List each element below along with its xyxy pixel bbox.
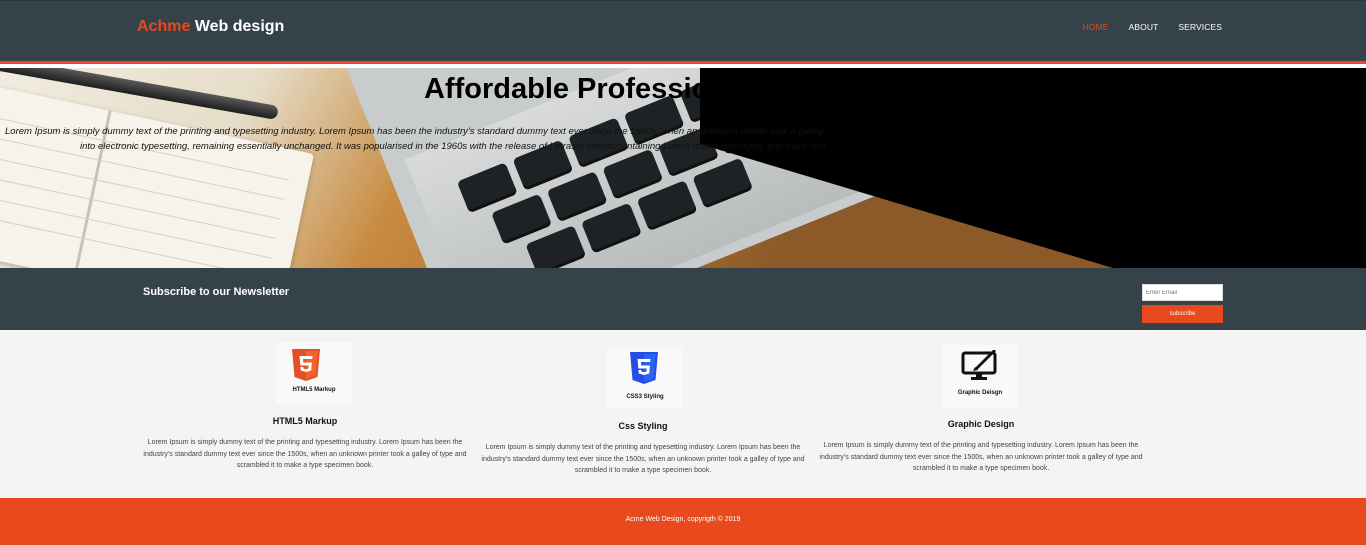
hero-text-line-1: Lorem Ipsum is simply dummy text of the … (5, 126, 827, 137)
box-text-css: Lorem Ipsum is simply dummy text of the … (481, 444, 805, 474)
logo-highlight: Achme (137, 18, 191, 35)
css3-image-caption: CSS3 Styling (626, 394, 664, 400)
box-title-css: Css Styling (618, 421, 668, 431)
css3-icon (630, 352, 658, 384)
footer-copyright: Acme Web Design, copyrigth © 2019 (625, 516, 741, 523)
hero-text-line-2: into electronic typesetting, remaining e… (80, 141, 826, 152)
nav-services-link[interactable]: SERVICES (1178, 22, 1222, 32)
graphic-design-image: Graphic Deisgn (942, 345, 1018, 407)
box-title-html5: HTML5 Markup (272, 416, 338, 426)
html5-image-caption: HTML5 Markup (292, 387, 336, 393)
graphic-design-icon (961, 350, 997, 380)
html5-icon (292, 349, 320, 381)
newsletter-title: Subscribe to our Newsletter (143, 286, 290, 298)
header-accent-bar (0, 61, 1366, 64)
showcase-hero: Affordable Professional Web Design Lorem… (0, 68, 1366, 268)
email-input[interactable] (1142, 284, 1223, 301)
html5-image: HTML5 Markup (276, 342, 352, 404)
site-header: Achme Web design HOME ABOUT SERVICES (0, 0, 1366, 61)
nav-about-link[interactable]: ABOUT (1129, 22, 1159, 32)
graphic-design-image-caption: Graphic Deisgn (957, 390, 1003, 396)
box-text-graphic: Lorem Ipsum is simply dummy text of the … (819, 442, 1143, 472)
site-logo[interactable]: Achme Web design (137, 18, 284, 36)
hero-paragraph: Lorem Ipsum is simply dummy text of the … (0, 124, 1366, 154)
nav-home-link[interactable]: HOME (1083, 22, 1109, 32)
services-boxes: HTML5 Markup HTML5 Markup Lorem Ipsum is… (0, 330, 1366, 498)
box-text-html5: Lorem Ipsum is simply dummy text of the … (143, 439, 467, 469)
css3-image: CSS3 Styling (607, 347, 683, 409)
logo-text: Web design (194, 18, 285, 35)
box-title-graphic: Graphic Design (947, 419, 1015, 429)
hero-title: Affordable Professional Web Design (424, 73, 717, 105)
subscribe-button[interactable]: subscribe (1142, 305, 1223, 323)
newsletter-section: Subscribe to our Newsletter subscribe (0, 268, 1366, 330)
main-nav: HOME ABOUT SERVICES (1083, 22, 1222, 32)
site-footer: Acme Web Design, copyrigth © 2019 (0, 498, 1366, 545)
